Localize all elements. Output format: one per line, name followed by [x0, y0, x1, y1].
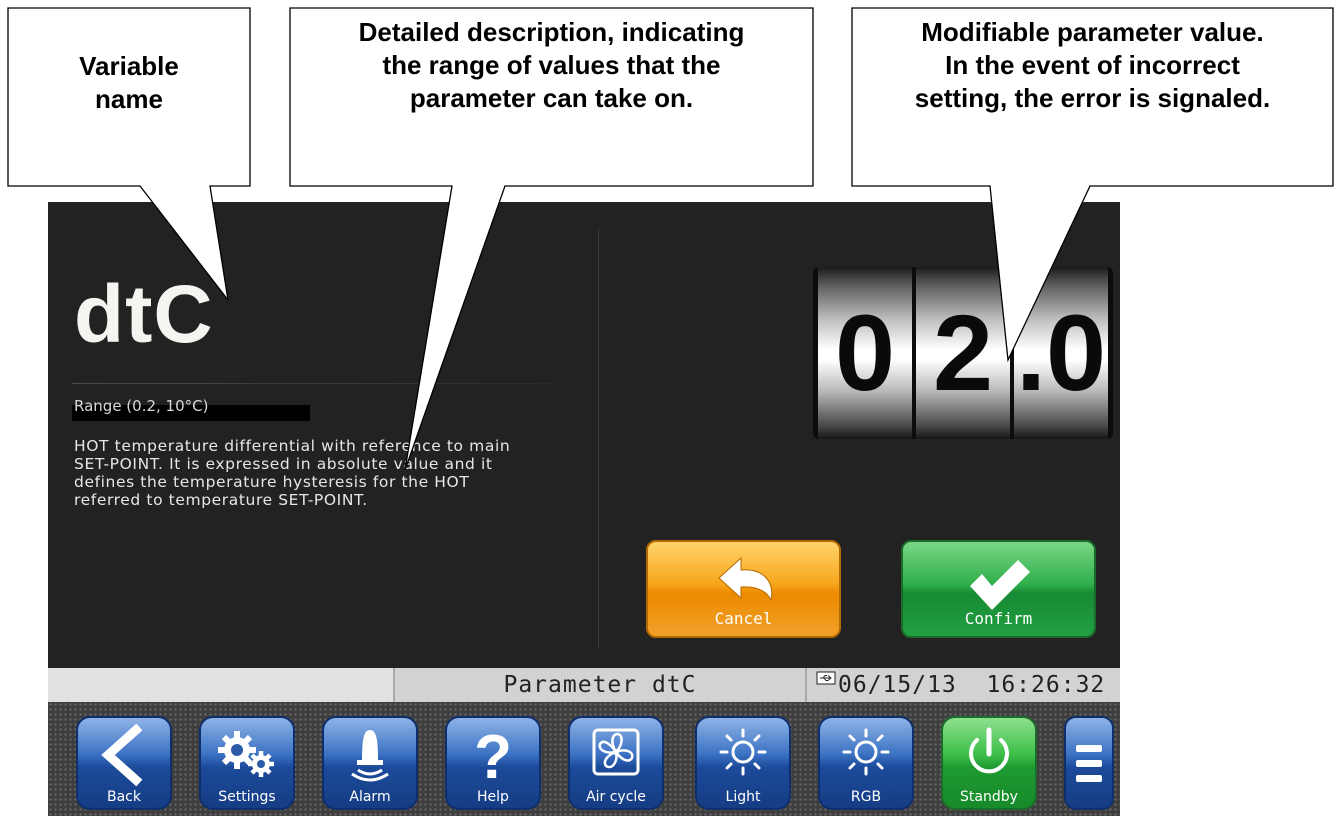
undo-arrow-icon: [717, 556, 772, 602]
cancel-button[interactable]: Cancel: [646, 540, 841, 638]
svg-text:?: ?: [474, 724, 512, 786]
status-time: 16:26:32: [986, 672, 1106, 698]
sun-icon: [719, 728, 767, 776]
cancel-label: Cancel: [714, 609, 773, 628]
back-label: Back: [107, 789, 141, 805]
callout-variable-name: Variable name: [79, 51, 179, 114]
standby-label: Standby: [960, 789, 1018, 805]
sun-icon: [842, 728, 890, 776]
rgb-label: RGB: [850, 789, 882, 805]
digit-drum[interactable]: 2: [916, 267, 1010, 439]
status-title: Parameter dtC: [503, 672, 697, 698]
settings-button[interactable]: Settings: [199, 716, 295, 810]
digit: 2: [932, 292, 994, 413]
fan-icon: [592, 728, 640, 776]
help-label: Help: [477, 789, 509, 805]
callout-description: Detailed description, indicating the ran…: [358, 17, 745, 113]
standby-button[interactable]: Standby: [941, 716, 1037, 810]
parameter-name: dtC: [74, 269, 214, 360]
parameter-description: HOT temperature differential with refere…: [74, 437, 511, 509]
air-cycle-label: Air cycle: [586, 789, 646, 805]
value-odometer[interactable]: 0 2 .0: [813, 267, 1113, 439]
menu-button[interactable]: [1064, 716, 1114, 810]
air-cycle-button[interactable]: Air cycle: [568, 716, 664, 810]
gears-icon: [218, 731, 274, 777]
digit-drum[interactable]: 0: [818, 267, 912, 439]
question-mark-icon: ?: [474, 724, 512, 786]
rgb-button[interactable]: RGB: [818, 716, 914, 810]
status-date: 06/15/13: [838, 672, 957, 698]
alarm-button[interactable]: Alarm: [322, 716, 418, 810]
chevron-left-icon: [101, 724, 143, 786]
status-datetime: 06/15/13 16:26:32: [838, 668, 1105, 702]
status-left-panel: [48, 668, 393, 702]
confirm-button[interactable]: Confirm: [901, 540, 1096, 638]
digit-drum[interactable]: .0: [1014, 267, 1108, 439]
parameter-range: Range (0.2, 10°C): [74, 397, 209, 415]
light-label: Light: [725, 789, 761, 805]
light-button[interactable]: Light: [695, 716, 791, 810]
bottom-toolbar: Back Settings Alarm ? Help Air cycle Lig…: [48, 702, 1120, 816]
digit: 0: [834, 292, 896, 413]
checkmark-icon: [969, 560, 1030, 610]
confirm-label: Confirm: [964, 609, 1033, 628]
horizontal-rule: [72, 383, 552, 384]
power-icon: [969, 727, 1009, 774]
bell-icon: [351, 730, 389, 782]
callout-modifiable: Modifiable parameter value. In the event…: [914, 17, 1271, 113]
hamburger-menu-icon: [1076, 745, 1102, 782]
device-screen: dtC Range (0.2, 10°C) HOT temperature di…: [48, 202, 1120, 816]
alarm-label: Alarm: [349, 789, 391, 805]
settings-label: Settings: [218, 789, 276, 805]
digit: .0: [1015, 292, 1107, 413]
help-button[interactable]: ? Help: [445, 716, 541, 810]
status-separator: [805, 668, 807, 702]
status-bar: Parameter dtC 06/15/13 16:26:32: [48, 668, 1120, 702]
back-button[interactable]: Back: [76, 716, 172, 810]
usb-icon: [816, 671, 836, 685]
